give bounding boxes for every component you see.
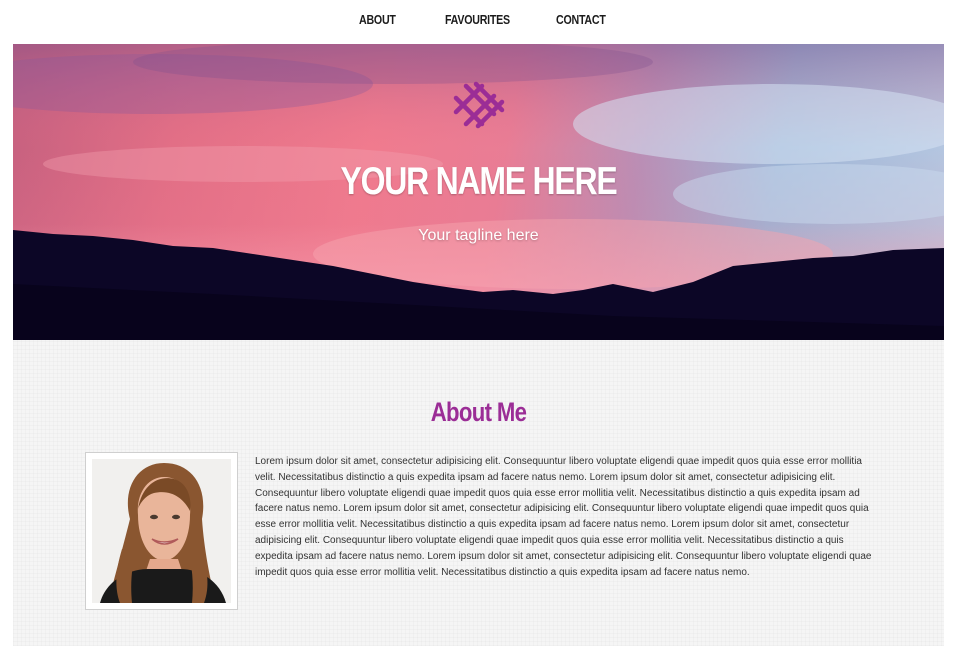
about-body-text: Lorem ipsum dolor sit amet, consectetur …: [255, 456, 872, 578]
about-section: About Me Lorem ipsum dolor sit amet, con…: [13, 340, 944, 646]
crosshatch-logo-icon: [453, 81, 505, 129]
hero-tagline: Your tagline here: [418, 227, 539, 244]
hero-title: YOUR NAME HERE: [340, 160, 618, 203]
hero-banner: YOUR NAME HERE Your tagline here: [13, 44, 944, 340]
nav-link-favourites[interactable]: FAVOURITES: [445, 12, 510, 27]
profile-photo-frame: [85, 452, 238, 610]
nav-link-contact[interactable]: CONTACT: [556, 12, 606, 27]
profile-photo: [92, 459, 231, 603]
nav-link-about[interactable]: ABOUT: [359, 12, 396, 27]
top-navigation: ABOUT FAVOURITES CONTACT: [0, 0, 954, 44]
about-heading: About Me: [430, 397, 527, 427]
